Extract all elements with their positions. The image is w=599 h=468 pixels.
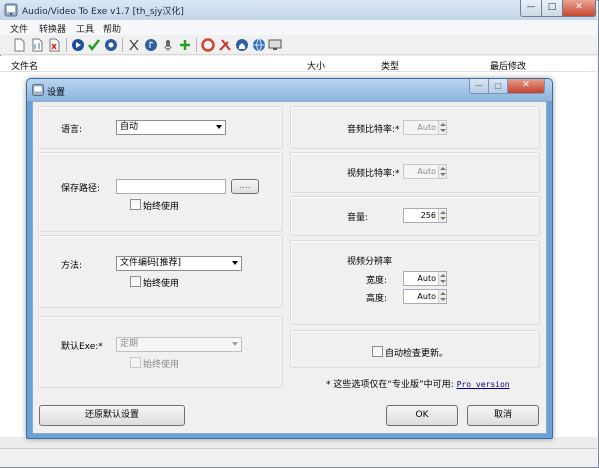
ok-button[interactable]: OK (386, 405, 458, 426)
save-path-label: 保存路径: (61, 184, 101, 194)
status-bar (0, 448, 597, 467)
method-select-value: 文件编码[推荐] (120, 258, 182, 268)
toolbar-separator (66, 38, 67, 52)
column-header-filename[interactable]: 文件名 (11, 59, 38, 72)
dialog-maximize-button[interactable]: □ (488, 79, 508, 94)
method-select[interactable]: 文件编码[推荐] (116, 256, 242, 271)
spinner-arrows-icon[interactable] (438, 121, 446, 134)
toolbar-separator (196, 38, 197, 52)
volume-value: 256 (420, 211, 436, 220)
height-label: 高度: (366, 294, 388, 304)
column-header-modified[interactable]: 最后修改 (490, 59, 526, 72)
delete-icon[interactable] (47, 38, 61, 52)
video-resolution-label: 视频分辨率 (347, 257, 393, 267)
video-bitrate-label: 视频比特率:* (347, 169, 400, 179)
method-group (38, 235, 283, 308)
settings-icon[interactable] (104, 38, 118, 52)
menu-tools[interactable]: 工具 (76, 22, 94, 35)
method-always-checkbox[interactable] (130, 276, 141, 287)
default-exe-select-value: 定期 (120, 339, 139, 349)
globe-icon[interactable] (252, 38, 266, 52)
video-bitrate-spinner[interactable]: Auto (403, 164, 447, 179)
default-exe-group (38, 316, 283, 388)
auto-update-checkbox[interactable] (372, 346, 383, 357)
restore-defaults-button[interactable]: 还原默认设置 (39, 405, 185, 426)
menu-file[interactable]: 文件 (10, 22, 28, 35)
menu-help[interactable]: 帮助 (103, 22, 121, 35)
audio-bitrate-label: 音频比特率:* (347, 125, 400, 135)
auto-update-label: 自动检查更新。 (385, 349, 449, 359)
cut-icon[interactable] (127, 38, 141, 52)
new-icon[interactable] (12, 38, 26, 52)
home-icon[interactable] (235, 38, 249, 52)
default-exe-always-label: 始终使用 (143, 360, 180, 370)
check-icon[interactable] (87, 38, 101, 52)
default-exe-label: 默认Exe:* (61, 342, 103, 352)
video-bitrate-value: Auto (417, 167, 436, 176)
play-icon[interactable] (71, 38, 85, 52)
dialog-app-icon (32, 84, 44, 96)
tools-icon[interactable] (218, 38, 232, 52)
method-label: 方法: (61, 261, 83, 271)
pro-version-link[interactable]: Pro version (457, 380, 510, 389)
menu-converter[interactable]: 转换器 (39, 22, 66, 35)
close-button[interactable]: ✕ (562, 0, 596, 17)
language-select[interactable]: 自动 (116, 120, 226, 135)
default-exe-always-checkbox[interactable] (130, 357, 141, 368)
lifebuoy-icon[interactable] (201, 38, 215, 52)
screen-icon[interactable] (268, 38, 282, 52)
save-path-always-label: 始终使用 (143, 202, 180, 212)
column-header-size[interactable]: 大小 (307, 59, 325, 72)
spinner-arrows-icon[interactable] (438, 290, 446, 303)
default-exe-select[interactable]: 定期 (116, 337, 242, 352)
minimize-button[interactable]: — (520, 0, 542, 17)
app-icon (4, 3, 18, 17)
chevron-down-icon (216, 125, 222, 129)
spinner-arrows-icon[interactable] (438, 209, 446, 222)
maximize-button[interactable]: □ (541, 0, 563, 17)
audio-bitrate-spinner[interactable]: Auto (403, 120, 447, 135)
dialog-title: 设置 (47, 88, 66, 98)
language-select-value: 自动 (120, 122, 139, 132)
browse-button[interactable]: .... (231, 179, 259, 194)
dialog-minimize-button[interactable]: — (469, 79, 489, 94)
toolbar-separator (122, 38, 123, 52)
cancel-button[interactable]: 取消 (467, 405, 539, 426)
save-path-always-checkbox[interactable] (130, 199, 141, 210)
pro-note-text: * 这些选项仅在“专业版”中可用: (326, 380, 454, 390)
music-icon[interactable] (144, 38, 158, 52)
column-header-type[interactable]: 类型 (381, 59, 399, 72)
volume-label: 音量: (347, 213, 369, 223)
audio-bitrate-value: Auto (417, 123, 436, 132)
height-value: Auto (417, 292, 436, 301)
mic-icon[interactable] (161, 38, 175, 52)
chevron-down-icon (232, 342, 238, 346)
chevron-down-icon (232, 261, 238, 265)
open-icon[interactable] (30, 38, 44, 52)
width-spinner[interactable]: Auto (403, 271, 447, 286)
pro-note: * 这些选项仅在“专业版”中可用: Pro version (326, 377, 510, 390)
volume-spinner[interactable]: 256 (403, 208, 447, 223)
window-title: Audio/Video To Exe v1.7 [th_sjy汉化] (22, 7, 184, 17)
add-icon[interactable] (178, 38, 192, 52)
language-label: 语言: (61, 125, 83, 135)
width-label: 宽度: (366, 276, 388, 286)
width-value: Auto (417, 274, 436, 283)
spinner-arrows-icon[interactable] (438, 272, 446, 285)
save-path-input[interactable] (116, 179, 226, 194)
method-always-label: 始终使用 (143, 279, 180, 289)
dialog-close-button[interactable]: ✕ (507, 79, 545, 94)
spinner-arrows-icon[interactable] (438, 165, 446, 178)
height-spinner[interactable]: Auto (403, 289, 447, 304)
